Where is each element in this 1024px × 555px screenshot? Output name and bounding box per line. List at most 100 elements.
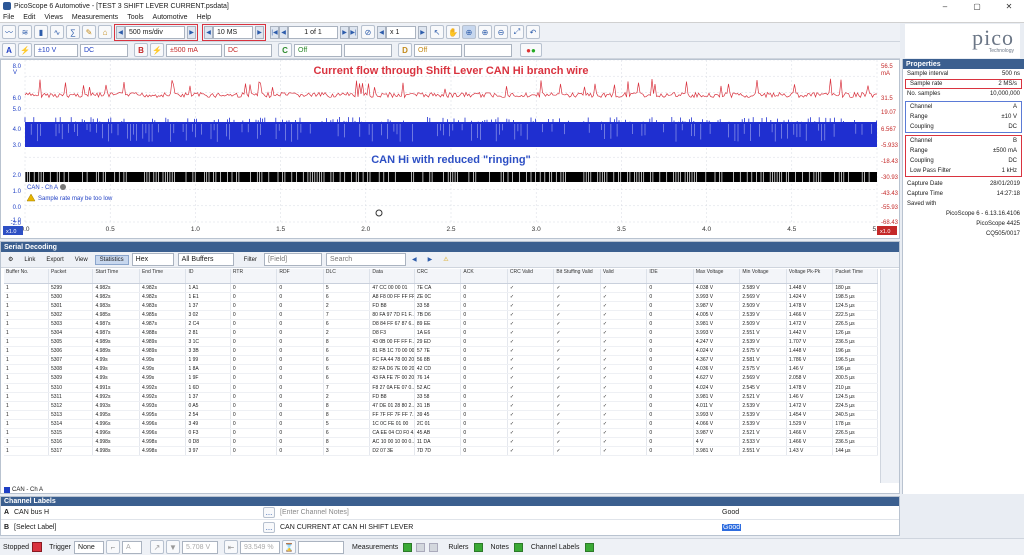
add-measurement-icon[interactable] (403, 542, 413, 552)
column-header[interactable]: CRC Valid (507, 269, 555, 284)
table-row[interactable]: 1 5304 4.987s 4.988s 2 81 0 0 2 D8 F3 1A E6 0 ✓ ✓ ✓ 0 3… (4, 328, 878, 339)
column-header[interactable]: ACK (460, 269, 508, 284)
view-button[interactable]: View (71, 256, 92, 264)
persistence-mode-icon[interactable]: ≋ (18, 25, 32, 39)
page-next-arrow[interactable]: ▶ (340, 25, 349, 39)
channel-notes-input[interactable]: [Enter Channel Notes] (277, 506, 717, 519)
channel-status-select[interactable]: Good (719, 520, 889, 534)
menu-edit[interactable]: Edit (23, 14, 35, 21)
samples-next-arrow[interactable]: ▶ (255, 25, 264, 39)
channel-label-browse-button[interactable]: ... (263, 521, 275, 533)
table-row[interactable]: 1 5300 4.982s 4.982s 1 E1 0 0 6 A8 F8 00 FF FF F… (4, 292, 878, 302)
delete-measurement-icon[interactable] (429, 542, 439, 552)
search-next-icon[interactable]: ▶ (424, 255, 437, 264)
menu-measurements[interactable]: Measurements (72, 14, 118, 21)
close-button[interactable]: ✕ (994, 0, 1024, 12)
minimize-button[interactable]: – (930, 0, 960, 12)
channel-b-range[interactable]: ±500 mA (166, 43, 222, 57)
channel-a-coupling[interactable]: DC (80, 43, 128, 57)
table-row[interactable]: 1 5308 4.99s 4.99s 1 8A 0 0 6 82 FA D6 7E 00 20 4… (4, 364, 878, 375)
table-row[interactable]: 1 5312 4.993s 4.993s 0 A5 0 0 8 47 DE 01 28 80 2… (4, 401, 878, 411)
decode-gear-icon[interactable] (60, 184, 66, 190)
home-icon[interactable]: ⌂ (98, 25, 112, 39)
column-header[interactable]: Voltage Pk-Pk (786, 269, 834, 284)
column-header[interactable]: CRC (414, 269, 462, 284)
channel-d-button[interactable]: D (398, 43, 412, 57)
channel-b-button[interactable]: B (134, 43, 148, 57)
column-header[interactable]: Valid (600, 269, 648, 284)
page-counter[interactable]: 1 of 1 (288, 25, 338, 39)
buffers-select[interactable]: All Buffers (177, 253, 234, 266)
link-button[interactable]: Link (20, 256, 39, 264)
column-header[interactable]: Data (369, 269, 415, 284)
delay-icon[interactable]: ⌛ (282, 540, 297, 554)
trigger-level[interactable]: 5.708 V (182, 540, 219, 554)
maximize-button[interactable]: ▢ (962, 0, 992, 12)
column-header[interactable]: ID (185, 269, 231, 284)
table-row[interactable]: 1 5305 4.989s 4.989s 3 1C 0 0 8 43 0B 00 FF FF F… (4, 337, 878, 348)
samples-prev-arrow[interactable]: ◀ (204, 25, 213, 39)
column-header[interactable]: Bit Stuffing Valid (553, 269, 601, 284)
table-row[interactable]: 1 5314 4.996s 4.996s 3 49 0 0 5 1C 0C FE 01 00 2C… (4, 419, 878, 430)
channel-d-coupling[interactable] (464, 43, 512, 57)
scope-mode-icon[interactable]: 〰 (2, 25, 16, 39)
column-header[interactable]: RTR (230, 269, 278, 284)
timebase-select[interactable]: 500 ms/div (125, 25, 185, 39)
column-header[interactable]: Start Time (92, 269, 140, 284)
scope-view[interactable]: Current flow through Shift Lever CAN Hi … (0, 59, 900, 239)
table-row[interactable]: 1 5309 4.99s 4.99s 1 9F 0 0 6 43 FA FE 7F 00 20 7… (4, 373, 878, 384)
spectrum-mode-icon[interactable]: ▮ (34, 25, 48, 39)
channel-d-range[interactable]: Off (414, 43, 462, 57)
page-last-arrow[interactable]: ▶| (349, 25, 358, 39)
no-entry-icon[interactable]: ⊘ (361, 25, 375, 39)
menu-file[interactable]: File (3, 14, 14, 21)
filter-button[interactable]: Filter (240, 256, 261, 264)
delay-input[interactable] (298, 540, 345, 554)
field-select[interactable]: [Field] (264, 253, 323, 266)
table-row[interactable]: 1 5313 4.995s 4.995s 2 54 0 0 8 FF 7F FF 7F FF 7… (4, 410, 878, 420)
channel-b-coupling[interactable]: DC (224, 43, 272, 57)
column-header[interactable]: Packet Time (832, 269, 878, 284)
zoom-prev-arrow[interactable]: ◀ (377, 25, 386, 39)
table-row[interactable]: 1 5310 4.991s 4.992s 1 6D 0 0 7 F8 27 0A FE 07 0… (4, 383, 878, 393)
table-row[interactable]: 1 5303 4.987s 4.987s 2 C4 0 0 6 D8 84 FF 67 87 6… (4, 319, 878, 329)
channel-labels-icon[interactable] (584, 542, 594, 552)
channel-status-select[interactable]: Good (719, 506, 889, 519)
pointer-icon[interactable]: ↖ (430, 25, 444, 39)
channel-c-button[interactable]: C (278, 43, 292, 57)
channel-b-probe-icon[interactable]: ⚡ (150, 43, 164, 57)
search-prev-icon[interactable]: ◀ (408, 255, 421, 264)
probe-icon[interactable]: ✎ (82, 25, 96, 39)
undo-zoom-icon[interactable]: ↶ (526, 25, 540, 39)
format-select[interactable]: Hex (131, 253, 174, 266)
menu-help[interactable]: Help (197, 14, 211, 21)
page-first-arrow[interactable]: |◀ (270, 25, 279, 39)
table-row[interactable]: 1 5306 4.989s 4.989s 3 3B 0 0 6 81 FB 1C 70 00 0… (4, 346, 878, 357)
table-row[interactable]: 1 5315 4.996s 4.996s 0 F3 0 0 6 CA EE 04 C0 F0 4… (4, 428, 878, 439)
notes-icon[interactable] (513, 542, 523, 552)
table-row[interactable]: 1 5311 4.992s 4.992s 1 37 0 0 2 FD B8 33 58 0 ✓ ✓ ✓ 0 3… (4, 392, 878, 402)
channel-c-range[interactable]: Off (294, 43, 342, 57)
zoom-out-icon[interactable]: ⊖ (494, 25, 508, 39)
column-header[interactable]: Min Voltage (739, 269, 787, 284)
table-row[interactable]: 1 5301 4.983s 4.983s 1 37 0 0 2 FD B8 33 58 0 ✓ ✓ ✓ 0 3… (4, 301, 878, 311)
channel-notes-input[interactable]: CAN CURRENT AT CAN HI SHIFT LEVER (277, 520, 717, 534)
channel-c-coupling[interactable] (344, 43, 392, 57)
column-header[interactable]: End Time (139, 269, 187, 284)
serial-scrollbar[interactable] (880, 269, 899, 483)
pretrigger-percent[interactable]: 93.549 % (240, 540, 281, 554)
stop-button[interactable] (32, 542, 43, 552)
trigger-mode-select[interactable]: None (74, 540, 105, 554)
zoom-in-icon[interactable]: ⊕ (478, 25, 492, 39)
column-header[interactable]: Packet (48, 269, 94, 284)
column-header[interactable]: Buffer No. (4, 269, 49, 284)
menu-views[interactable]: Views (44, 14, 63, 21)
menu-automotive[interactable]: Automotive (153, 14, 188, 21)
rulers-icon[interactable] (473, 542, 483, 552)
zoom-fit-icon[interactable]: ⤢ (510, 25, 524, 39)
statistics-button[interactable]: Statistics (94, 254, 129, 265)
edit-measurement-icon[interactable] (416, 542, 426, 552)
pretrigger-icon[interactable]: ⇤ (224, 540, 239, 554)
timebase-prev-arrow[interactable]: ◀ (116, 25, 125, 39)
channel-label-select[interactable]: CAN bus H (11, 506, 261, 519)
